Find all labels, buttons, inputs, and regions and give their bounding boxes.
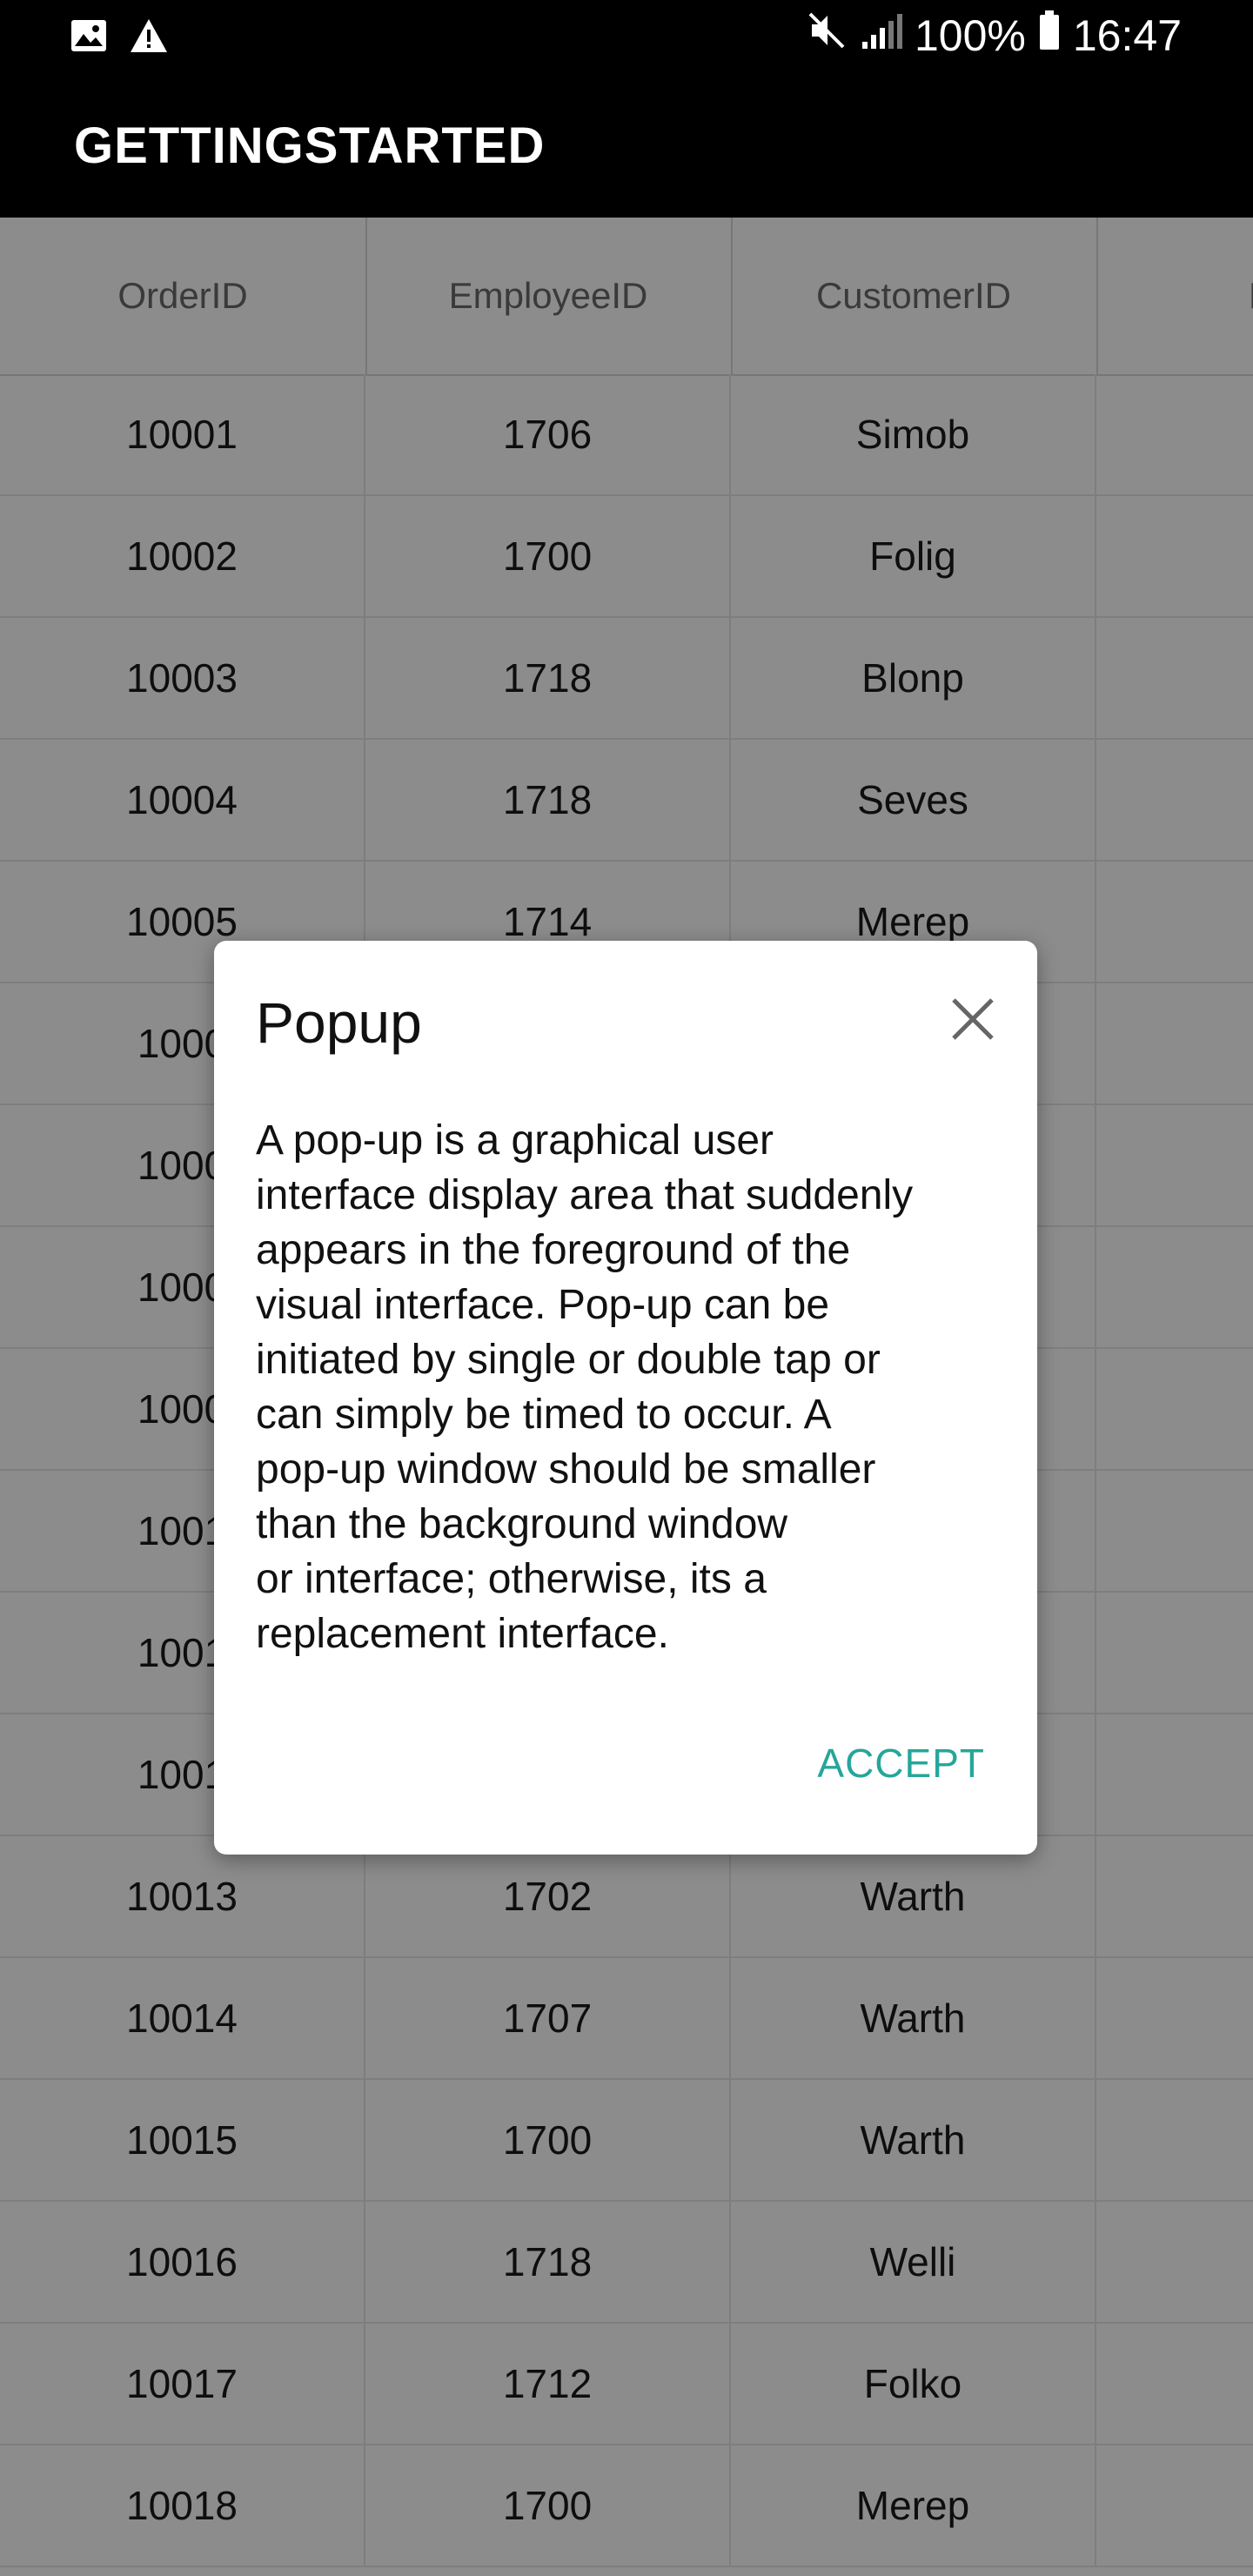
- popup-body-line: appears in the foreground of the: [256, 1227, 851, 1273]
- popup-body: A pop-up is a graphical user interface di…: [256, 1113, 1004, 1661]
- status-bar-left: [70, 17, 169, 58]
- close-icon[interactable]: [947, 993, 999, 1045]
- warning-icon: [129, 17, 169, 58]
- popup-body-line: pop-up window should be smaller: [256, 1446, 876, 1493]
- clock: 16:47: [1072, 11, 1182, 60]
- status-bar: 100% 16:47: [0, 0, 1253, 73]
- image-icon: [70, 18, 108, 57]
- app-bar: GETTINGSTARTED: [0, 73, 1253, 218]
- popup-body-line: initiated by single or double tap or: [256, 1337, 881, 1383]
- popup-body-line: than the background window: [256, 1501, 788, 1547]
- popup-dialog: Popup A pop-up is a graphical user interf…: [214, 941, 1037, 1855]
- signal-icon: [859, 10, 902, 61]
- battery-percent: 100%: [914, 11, 1026, 60]
- popup-body-line: or interface; otherwise, its a: [256, 1556, 767, 1602]
- mute-icon: [807, 10, 847, 61]
- app-title: GETTINGSTARTED: [74, 117, 546, 174]
- accept-button[interactable]: ACCEPT: [817, 1740, 985, 1787]
- status-bar-right: 100% 16:47: [807, 10, 1182, 61]
- popup-body-line: visual interface. Pop-up can be: [256, 1282, 830, 1328]
- popup-body-line: interface display area that suddenly: [256, 1172, 914, 1218]
- popup-title: Popup: [256, 990, 422, 1055]
- popup-body-line: can simply be timed to occur. A: [256, 1392, 832, 1438]
- popup-body-line: A pop-up is a graphical user: [256, 1117, 774, 1164]
- close-button[interactable]: [947, 993, 999, 1045]
- battery-icon: [1038, 10, 1061, 61]
- popup-body-line: replacement interface.: [256, 1611, 669, 1657]
